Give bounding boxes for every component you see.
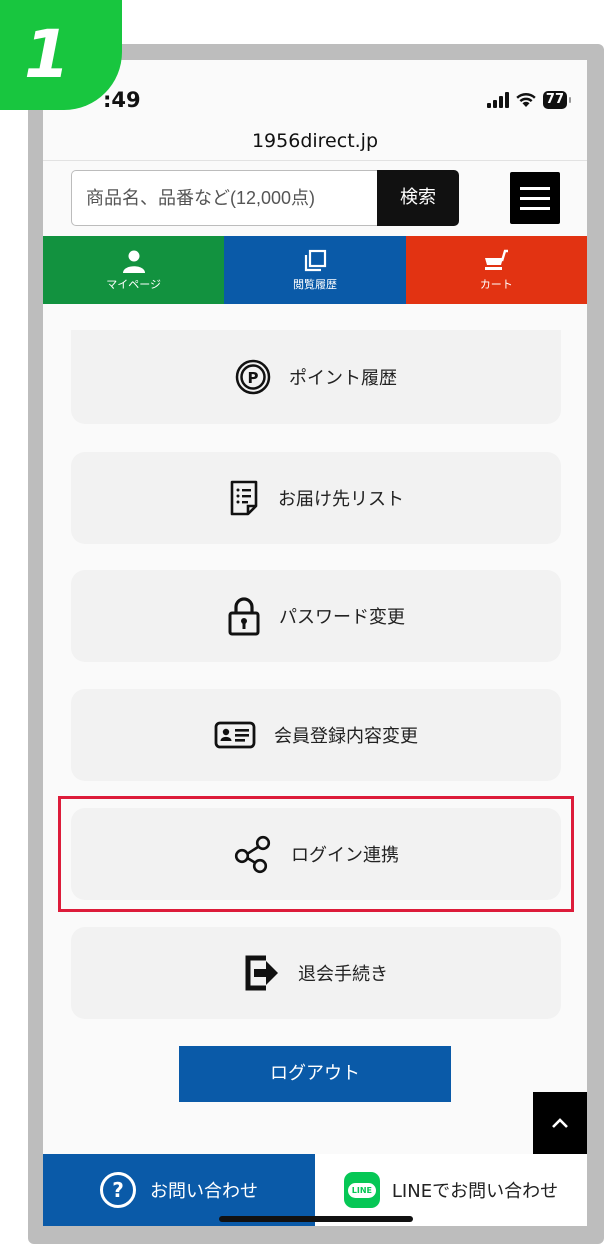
line-logo-icon: LINE [343,1172,380,1208]
point-history-button[interactable]: P ポイント履歴 [71,330,561,424]
nav-mypage-label: マイページ [106,277,162,291]
line-contact-label: LINEでお問い合わせ [391,1181,559,1202]
share-icon [234,835,271,874]
logout-button[interactable]: ログアウト [179,1046,451,1102]
chevron-up-icon [552,1118,568,1128]
home-indicator [219,1216,413,1222]
question-circle-icon: ? [100,1172,136,1208]
edit-member-info-label: 会員登録内容変更 [274,726,418,747]
phone-screen: :49 77 1956direct.jp 商品名、品番など(12,000点) 検… [43,60,587,1226]
login-link-button[interactable]: ログイン連携 [71,808,561,900]
line-logo-text: LINE [347,1182,377,1198]
url-bar[interactable]: 1956direct.jp [43,130,587,160]
exit-icon [245,955,278,991]
search-input[interactable]: 商品名、品番など(12,000点) [71,170,377,226]
step-number-badge: 1 [0,0,122,110]
edit-member-info-button[interactable]: 会員登録内容変更 [71,689,561,781]
history-icon [304,249,327,271]
scroll-to-top-button[interactable] [533,1092,587,1154]
point-history-label: ポイント履歴 [289,368,397,389]
divider [43,160,587,161]
list-document-icon [230,480,258,516]
change-password-label: パスワード変更 [279,607,405,628]
status-bar: :49 77 [43,84,587,124]
contact-label: お問い合わせ [150,1181,258,1202]
address-list-label: お届け先リスト [278,489,404,510]
battery-icon: 77 [542,91,572,109]
nav-cart-label: カート [479,277,513,291]
lock-icon [228,597,260,636]
nav-history-label: 閲覧履歴 [292,277,337,291]
cart-icon [485,249,509,270]
search-button[interactable]: 検索 [377,170,459,226]
signal-icon [486,92,509,108]
change-password-button[interactable]: パスワード変更 [71,570,561,662]
person-icon [122,250,145,273]
wifi-icon [516,92,536,107]
nav-mypage[interactable]: マイページ [43,236,225,304]
status-icons: 77 [486,91,572,109]
withdraw-button[interactable]: 退会手続き [71,927,561,1019]
svg-text:P: P [248,369,259,387]
id-card-icon [214,721,256,749]
status-time: :49 [103,88,141,112]
main-nav: マイページ 閲覧履歴 カート [43,236,587,304]
nav-cart[interactable]: カート [405,236,587,304]
point-icon: P [235,359,271,395]
login-link-label: ログイン連携 [291,845,399,866]
nav-history[interactable]: 閲覧履歴 [224,236,406,304]
address-list-button[interactable]: お届け先リスト [71,452,561,544]
withdraw-label: 退会手続き [298,964,388,985]
hamburger-menu-icon[interactable] [510,172,560,224]
